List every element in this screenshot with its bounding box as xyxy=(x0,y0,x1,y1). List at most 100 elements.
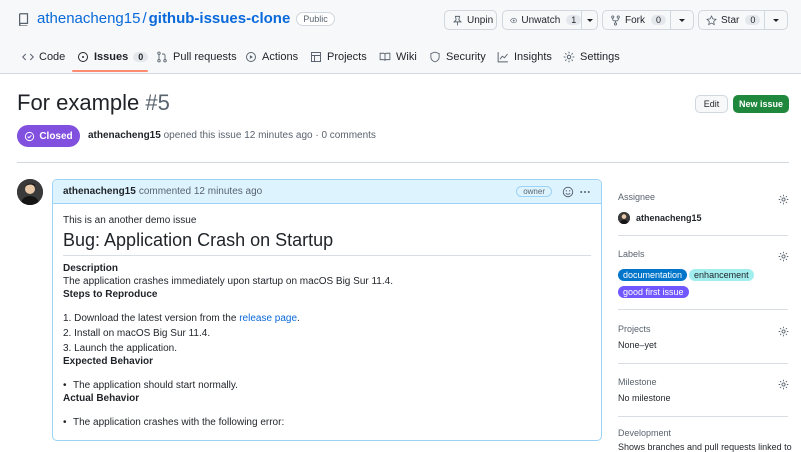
unwatch-button[interactable]: Unwatch 1 xyxy=(502,10,598,30)
tab-label: Insights xyxy=(514,50,552,63)
active-tab-indicator xyxy=(72,70,148,72)
label-enhancement[interactable]: enhancement xyxy=(689,269,754,281)
star-label: Star xyxy=(721,14,740,26)
tab-label: Projects xyxy=(327,50,367,63)
gear-icon xyxy=(563,51,575,62)
table-icon xyxy=(311,51,321,62)
chevron-down-icon xyxy=(773,19,779,22)
sidebar-divider xyxy=(618,235,788,236)
issue-closed-icon xyxy=(25,131,35,141)
step-1-text: 1. Download the latest version from the xyxy=(63,313,237,324)
issue-meta: athenacheng15 opened this issue 12 minut… xyxy=(88,130,376,141)
book-icon xyxy=(379,52,391,61)
projects-gear-icon[interactable] xyxy=(778,326,789,337)
labels-title[interactable]: Labels xyxy=(618,249,788,259)
labels-gear-icon[interactable] xyxy=(778,251,789,262)
tab-label: Pull requests xyxy=(173,50,237,63)
header-divider xyxy=(17,162,789,163)
issue-opened-icon xyxy=(78,51,88,62)
tab-label: Actions xyxy=(262,50,299,63)
new-issue-button[interactable]: New issue xyxy=(733,95,789,113)
labels-list: documentation enhancement good first issu… xyxy=(618,267,788,301)
tab-label: Wiki xyxy=(396,50,417,63)
pin-icon xyxy=(452,15,463,25)
tab-wiki[interactable]: Wiki xyxy=(379,41,417,72)
repo-separator: / xyxy=(142,10,147,27)
unwatch-dropdown[interactable] xyxy=(581,11,597,29)
unwatch-label: Unwatch xyxy=(521,14,561,26)
tab-label: Issues xyxy=(94,50,129,63)
list-item: • The application should start normally. xyxy=(63,380,238,391)
comment-header: athenacheng15 commented 12 minutes ago o… xyxy=(53,180,601,204)
assignee-name: athenacheng15 xyxy=(636,213,702,223)
label-good-first-issue[interactable]: good first issue xyxy=(618,286,689,298)
sidebar-labels: Labels documentation enhancement good fir… xyxy=(618,249,788,301)
tab-actions[interactable]: Actions xyxy=(245,41,298,72)
sidebar-projects: Projects None–yet xyxy=(618,324,788,350)
sidebar-divider xyxy=(618,309,788,310)
sidebar-assignee: Assignee athenacheng15 xyxy=(618,192,788,224)
projects-title[interactable]: Projects xyxy=(618,324,788,334)
graph-icon xyxy=(497,51,508,62)
tab-code[interactable]: Code xyxy=(22,41,65,72)
repo-owner-link[interactable]: athenacheng15 xyxy=(37,10,140,27)
assignee-avatar xyxy=(618,212,630,224)
shield-icon xyxy=(430,51,440,62)
issues-count: 0 xyxy=(133,51,149,62)
star-count: 0 xyxy=(745,15,761,25)
comment-intro: This is an another demo issue xyxy=(63,215,197,226)
repo-header: athenacheng15 / github-issues-clone Publ… xyxy=(0,0,801,74)
kebab-horizontal-icon[interactable] xyxy=(579,186,591,198)
tab-insights[interactable]: Insights xyxy=(497,41,552,72)
chevron-down-icon xyxy=(679,19,685,22)
tab-label: Code xyxy=(39,50,66,63)
smiley-icon[interactable] xyxy=(562,186,574,198)
star-dropdown[interactable] xyxy=(764,11,787,29)
avatar[interactable] xyxy=(17,179,43,205)
issue-state-badge: Closed xyxy=(17,125,80,147)
fork-label: Fork xyxy=(625,14,645,26)
fork-count: 0 xyxy=(651,15,667,25)
issue-number: #5 xyxy=(145,90,170,115)
assignee-title[interactable]: Assignee xyxy=(618,192,788,202)
tab-projects[interactable]: Projects xyxy=(310,41,367,72)
tab-pull-requests[interactable]: Pull requests xyxy=(156,41,237,72)
owner-badge: owner xyxy=(516,186,552,197)
unpin-button[interactable]: Unpin xyxy=(444,10,497,30)
avatar-image xyxy=(618,212,630,224)
repo-name-link[interactable]: github-issues-clone xyxy=(149,10,291,27)
expected-text: The application should start normally. xyxy=(73,380,238,391)
sidebar-milestone: Milestone No milestone xyxy=(618,377,788,403)
release-page-link[interactable]: release page xyxy=(239,313,297,324)
issue-state-label: Closed xyxy=(39,130,73,142)
sidebar-divider xyxy=(618,363,788,364)
star-button[interactable]: Star 0 xyxy=(698,10,788,30)
milestone-title[interactable]: Milestone xyxy=(618,377,788,387)
chevron-down-icon xyxy=(586,19,593,22)
milestone-value: No milestone xyxy=(618,393,671,403)
issue-title: For example #5 xyxy=(17,90,170,116)
issue-author-link[interactable]: athenacheng15 xyxy=(88,130,161,141)
tab-label: Settings xyxy=(580,50,620,63)
step-2: 2. Install on macOS Big Sur 11.4. xyxy=(63,328,211,339)
comment-author-link[interactable]: athenacheng15 xyxy=(63,186,136,197)
tab-issues[interactable]: Issues 0 xyxy=(77,41,149,72)
edit-button[interactable]: Edit xyxy=(695,95,728,113)
star-icon xyxy=(706,14,717,25)
label-documentation[interactable]: documentation xyxy=(618,269,688,281)
milestone-gear-icon[interactable] xyxy=(778,379,789,390)
assignee-gear-icon[interactable] xyxy=(778,194,789,205)
fork-icon xyxy=(611,15,620,25)
actual-text: The application crashes with the followi… xyxy=(73,417,285,428)
actual-heading: Actual Behavior xyxy=(63,393,140,404)
tab-security[interactable]: Security xyxy=(429,41,486,72)
fork-button[interactable]: Fork 0 xyxy=(602,10,694,30)
comment-time[interactable]: commented 12 minutes ago xyxy=(139,186,262,197)
sidebar-development: Development Shows branches and pull requ… xyxy=(618,428,792,452)
description-text: The application crashes immediately upon… xyxy=(63,276,393,287)
tab-settings[interactable]: Settings xyxy=(563,41,620,72)
fork-dropdown[interactable] xyxy=(670,11,693,29)
assignee-item[interactable]: athenacheng15 xyxy=(618,212,788,224)
step-1: 1. Download the latest version from the … xyxy=(63,312,591,325)
steps-heading: Steps to Reproduce xyxy=(63,289,158,300)
